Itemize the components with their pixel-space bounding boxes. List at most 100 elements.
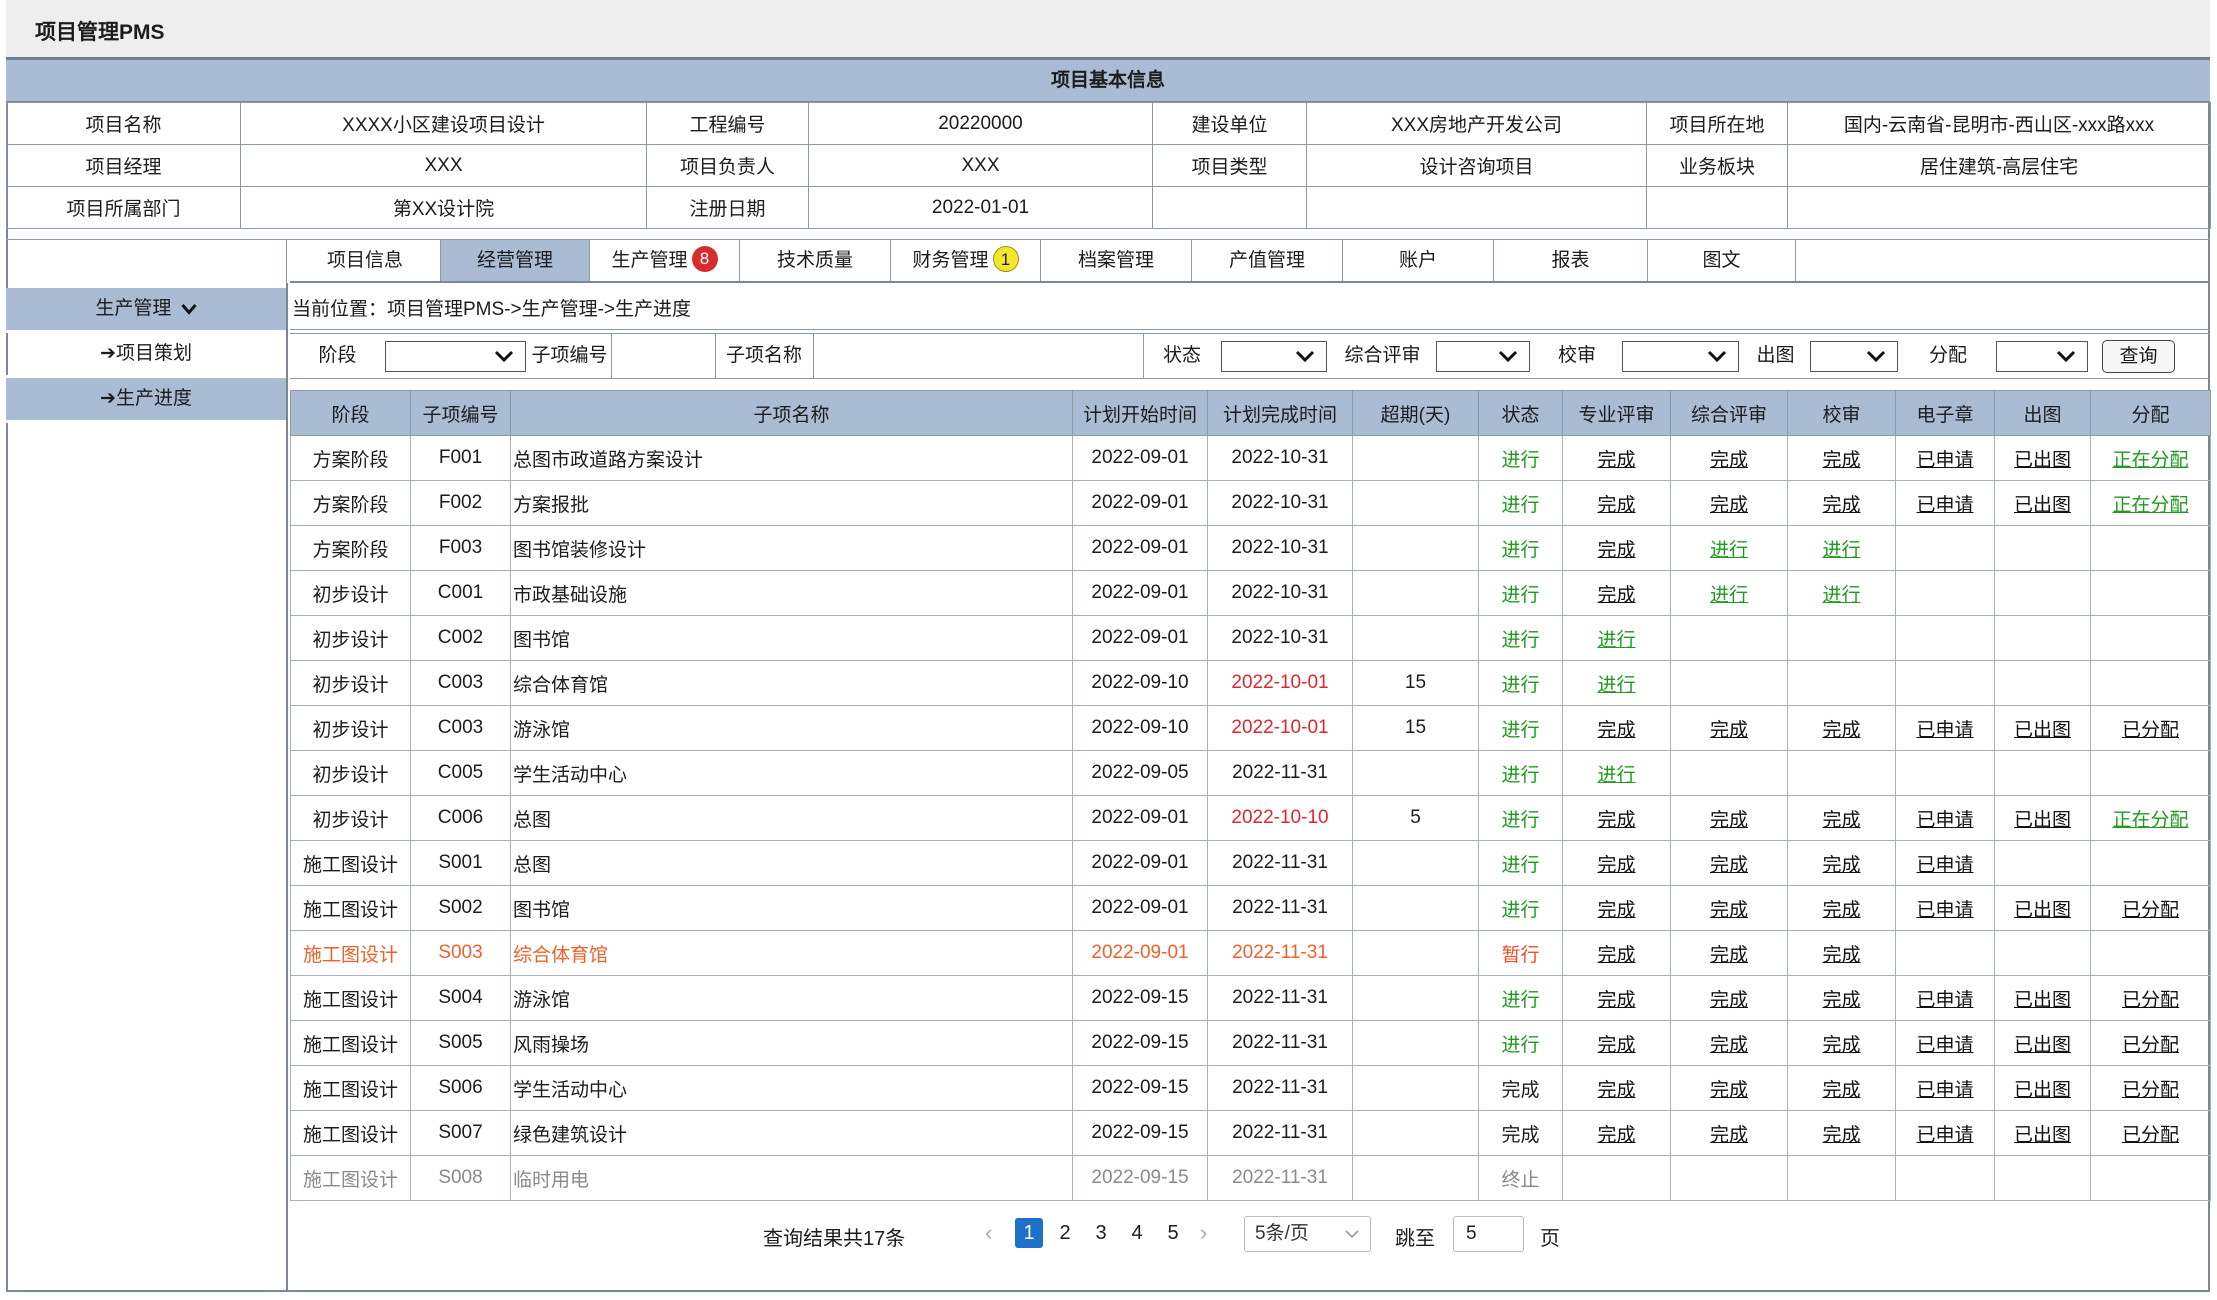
cell-e-seal-link[interactable]: 已申请: [1916, 720, 1973, 741]
cell-drawing-link[interactable]: 已出图: [2014, 1035, 2071, 1056]
tab-9[interactable]: 报表: [1494, 240, 1648, 281]
cell-overall-review-link[interactable]: 完成: [1710, 810, 1748, 831]
cell-assign-link[interactable]: 已分配: [2122, 720, 2179, 741]
code-input[interactable]: [613, 341, 713, 372]
cell-check-link[interactable]: 完成: [1822, 450, 1860, 471]
cell-professional-review-link[interactable]: 完成: [1597, 495, 1635, 516]
cell-assign-link[interactable]: 正在分配: [2112, 810, 2188, 831]
table-row[interactable]: 方案阶段 F002 方案报批 2022-09-01 2022-10-31 进行 完成 完成 完成…: [290, 480, 2211, 526]
tab-8[interactable]: 账户: [1343, 240, 1494, 281]
cell-overall-review-link[interactable]: 完成: [1710, 900, 1748, 921]
cell-e-seal-link[interactable]: 已申请: [1916, 1080, 1973, 1101]
assign-select[interactable]: [1996, 341, 2088, 372]
prev-page-icon[interactable]: ‹: [985, 1220, 992, 1246]
table-row[interactable]: 初步设计 C006 总图 2022-09-01 2022-10-10 5 进行 完成 完成 完成 已…: [290, 795, 2211, 841]
cell-assign-link[interactable]: 已分配: [2122, 1125, 2179, 1146]
cell-check-link[interactable]: 完成: [1822, 810, 1860, 831]
cell-check-link[interactable]: 完成: [1822, 720, 1860, 741]
tab-1[interactable]: 项目信息: [290, 240, 441, 281]
cell-overall-review-link[interactable]: 完成: [1710, 495, 1748, 516]
cell-drawing-link[interactable]: 已出图: [2014, 1080, 2071, 1101]
nav-group-production[interactable]: 生产管理: [6, 288, 286, 333]
cell-professional-review-link[interactable]: 完成: [1597, 1035, 1635, 1056]
cell-e-seal-link[interactable]: 已申请: [1916, 810, 1973, 831]
tab-10[interactable]: 图文: [1648, 240, 1796, 281]
cell-check-link[interactable]: 完成: [1822, 1125, 1860, 1146]
nav-item[interactable]: ➔项目策划: [6, 333, 286, 378]
cell-e-seal-link[interactable]: 已申请: [1916, 1035, 1973, 1056]
cell-drawing-link[interactable]: 已出图: [2014, 900, 2071, 921]
cell-overall-review-link[interactable]: 完成: [1710, 990, 1748, 1011]
review-select[interactable]: [1436, 341, 1530, 372]
table-row[interactable]: 初步设计 C003 综合体育馆 2022-09-10 2022-10-01 15 进行 进行: [290, 660, 2211, 706]
table-row[interactable]: 初步设计 C002 图书馆 2022-09-01 2022-10-31 进行 进行: [290, 615, 2211, 661]
table-row[interactable]: 初步设计 C005 学生活动中心 2022-09-05 2022-11-31 进行 进行: [290, 750, 2211, 796]
nav-item[interactable]: ➔生产进度: [6, 378, 286, 423]
cell-assign-link[interactable]: 正在分配: [2112, 495, 2188, 516]
cell-professional-review-link[interactable]: 进行: [1597, 675, 1635, 696]
cell-e-seal-link[interactable]: 已申请: [1916, 1125, 1973, 1146]
cell-professional-review-link[interactable]: 完成: [1597, 540, 1635, 561]
page-2-button[interactable]: 2: [1051, 1218, 1079, 1248]
cell-check-link[interactable]: 完成: [1822, 900, 1860, 921]
table-row[interactable]: 初步设计 C003 游泳馆 2022-09-10 2022-10-01 15 进行 完成 完成 完…: [290, 705, 2211, 751]
cell-professional-review-link[interactable]: 完成: [1597, 450, 1635, 471]
cell-overall-review-link[interactable]: 完成: [1710, 1035, 1748, 1056]
table-row[interactable]: 初步设计 C001 市政基础设施 2022-09-01 2022-10-31 进行 完成 进行…: [290, 570, 2211, 616]
cell-drawing-link[interactable]: 已出图: [2014, 495, 2071, 516]
name-input[interactable]: [815, 341, 1141, 372]
cell-professional-review-link[interactable]: 完成: [1597, 1080, 1635, 1101]
cell-overall-review-link[interactable]: 完成: [1710, 720, 1748, 741]
cell-e-seal-link[interactable]: 已申请: [1916, 900, 1973, 921]
cell-e-seal-link[interactable]: 已申请: [1916, 495, 1973, 516]
tab-4[interactable]: 技术质量: [740, 240, 891, 281]
cell-overall-review-link[interactable]: 完成: [1710, 1125, 1748, 1146]
cell-drawing-link[interactable]: 已出图: [2014, 810, 2071, 831]
page-4-button[interactable]: 4: [1123, 1218, 1151, 1248]
cell-check-link[interactable]: 完成: [1822, 1035, 1860, 1056]
cell-e-seal-link[interactable]: 已申请: [1916, 855, 1973, 876]
stage-select[interactable]: [385, 341, 526, 372]
table-row[interactable]: 施工图设计 S002 图书馆 2022-09-01 2022-11-31 进行 完成 完成 完成…: [290, 885, 2211, 931]
next-page-icon[interactable]: ›: [1200, 1220, 1207, 1246]
cell-professional-review-link[interactable]: 完成: [1597, 810, 1635, 831]
cell-overall-review-link[interactable]: 完成: [1710, 450, 1748, 471]
cell-e-seal-link[interactable]: 已申请: [1916, 450, 1973, 471]
cell-overall-review-link[interactable]: 进行: [1710, 540, 1748, 561]
page-5-button[interactable]: 5: [1159, 1218, 1187, 1248]
cell-assign-link[interactable]: 已分配: [2122, 900, 2179, 921]
cell-check-link[interactable]: 完成: [1822, 1080, 1860, 1101]
page-3-button[interactable]: 3: [1087, 1218, 1115, 1248]
cell-assign-link[interactable]: 已分配: [2122, 990, 2179, 1011]
check-select[interactable]: [1622, 341, 1739, 372]
cell-overall-review-link[interactable]: 完成: [1710, 1080, 1748, 1101]
table-row[interactable]: 方案阶段 F001 总图市政道路方案设计 2022-09-01 2022-10-31 进行…: [290, 435, 2211, 481]
jump-page-input[interactable]: 5: [1453, 1216, 1524, 1252]
cell-assign-link[interactable]: 已分配: [2122, 1080, 2179, 1101]
table-row[interactable]: 施工图设计 S008 临时用电 2022-09-15 2022-11-31 终止: [290, 1155, 2211, 1201]
query-button[interactable]: 查询: [2102, 340, 2175, 373]
table-row[interactable]: 施工图设计 S007 绿色建筑设计 2022-09-15 2022-11-31 完成 完成 完…: [290, 1110, 2211, 1156]
cell-check-link[interactable]: 进行: [1822, 585, 1860, 606]
tab-7[interactable]: 产值管理: [1192, 240, 1343, 281]
cell-professional-review-link[interactable]: 完成: [1597, 720, 1635, 741]
status-select[interactable]: [1221, 341, 1327, 372]
cell-check-link[interactable]: 完成: [1822, 855, 1860, 876]
table-row[interactable]: 施工图设计 S006 学生活动中心 2022-09-15 2022-11-31 完成 完成 完…: [290, 1065, 2211, 1111]
cell-check-link[interactable]: 进行: [1822, 540, 1860, 561]
cell-drawing-link[interactable]: 已出图: [2014, 450, 2071, 471]
cell-professional-review-link[interactable]: 进行: [1597, 630, 1635, 651]
tab-2[interactable]: 经营管理: [441, 240, 590, 281]
cell-professional-review-link[interactable]: 完成: [1597, 585, 1635, 606]
cell-professional-review-link[interactable]: 完成: [1597, 855, 1635, 876]
cell-professional-review-link[interactable]: 进行: [1597, 765, 1635, 786]
drawing-select[interactable]: [1810, 341, 1898, 372]
cell-assign-link[interactable]: 已分配: [2122, 1035, 2179, 1056]
cell-professional-review-link[interactable]: 完成: [1597, 945, 1635, 966]
tab-6[interactable]: 档案管理: [1041, 240, 1192, 281]
table-row[interactable]: 方案阶段 F003 图书馆装修设计 2022-09-01 2022-10-31 进行 完成 进…: [290, 525, 2211, 571]
table-row[interactable]: 施工图设计 S001 总图 2022-09-01 2022-11-31 进行 完成 完成 完成 已…: [290, 840, 2211, 886]
cell-drawing-link[interactable]: 已出图: [2014, 720, 2071, 741]
cell-overall-review-link[interactable]: 完成: [1710, 945, 1748, 966]
page-1-button[interactable]: 1: [1015, 1218, 1043, 1248]
